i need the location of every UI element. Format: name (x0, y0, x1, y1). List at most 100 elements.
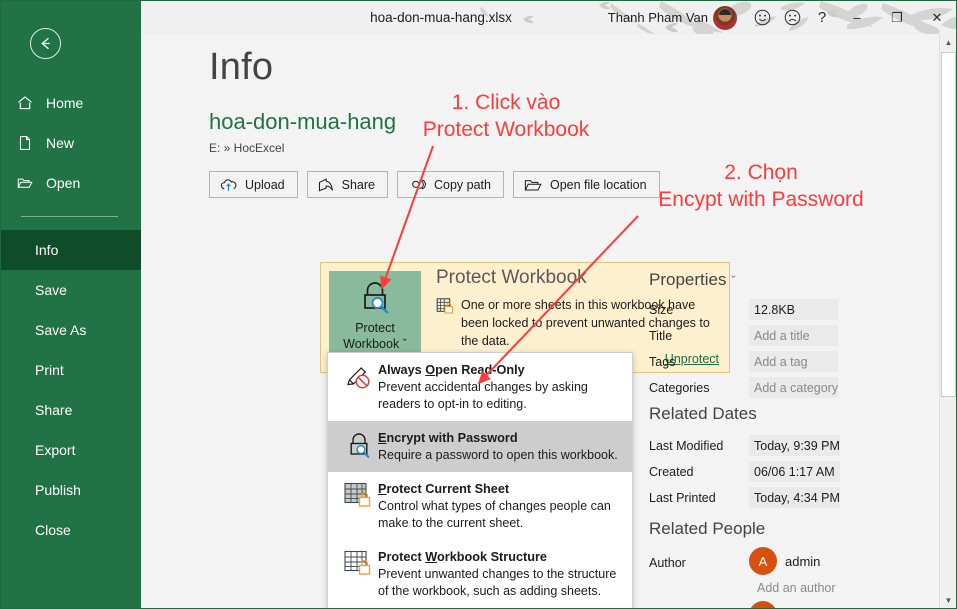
cloud-upload-icon (220, 178, 237, 192)
sidebar-item-label: Save As (35, 322, 87, 338)
properties-heading[interactable]: Properties ˇ (649, 270, 838, 290)
property-label: Tags (649, 354, 676, 369)
date-value: 06/06 1:17 AM (749, 461, 840, 482)
menu-item-encrypt-with-password[interactable]: Encrypt with Password Require a password… (328, 421, 632, 472)
sidebar-item-publish[interactable]: Publish (1, 470, 141, 510)
title-accelerator: O (425, 363, 436, 377)
button-label: Upload (245, 177, 285, 192)
menu-item-always-open-read-only[interactable]: Always Open Read-Only Prevent accidental… (328, 353, 632, 421)
copy-path-button[interactable]: Copy path (396, 171, 504, 198)
property-label: Size (649, 302, 674, 317)
property-value[interactable]: Add a title (749, 325, 839, 346)
related-dates-section: Related Dates Last Modified Today, 9:39 … (649, 404, 840, 512)
author-name: admin (785, 553, 821, 569)
menu-item-title: Protect Current Sheet (378, 482, 509, 496)
menu-item-protect-workbook-structure[interactable]: Protect Workbook Structure Prevent unwan… (328, 540, 632, 608)
related-people-heading: Related People (649, 519, 766, 538)
date-row-created: Created 06/06 1:17 AM (649, 460, 840, 483)
new-document-icon (17, 135, 33, 151)
scroll-down-button[interactable]: ▼ (940, 592, 956, 608)
sidebar-item-save-as[interactable]: Save As (1, 310, 141, 350)
menu-item-title: Protect Workbook Structure (378, 550, 547, 564)
sidebar-item-open[interactable]: Open (1, 163, 141, 203)
scroll-up-button[interactable]: ▲ (940, 34, 956, 51)
sidebar-item-label: Close (35, 522, 71, 538)
related-dates-heading: Related Dates (649, 404, 757, 423)
back-button[interactable] (30, 28, 61, 59)
smiley-face-icon[interactable] (747, 1, 777, 34)
property-label: Categories (649, 380, 710, 395)
avatar: A (749, 547, 777, 575)
folder-open-icon (524, 178, 542, 192)
minimize-button[interactable]: – (837, 1, 877, 34)
author-chip[interactable]: A admin (749, 547, 820, 575)
sidebar-item-save[interactable]: Save (1, 270, 141, 310)
titlebar-controls: Thanh Pham Van ? – ❐ ✕ (608, 1, 956, 34)
link-icon (408, 178, 426, 191)
date-label: Created (649, 464, 694, 479)
properties-pane: Properties ˇ Size 12.8KB Title Add a tit… (649, 34, 944, 608)
menu-item-protect-current-sheet[interactable]: Protect Current Sheet Control what types… (328, 472, 632, 540)
title-accelerator: W (425, 550, 437, 564)
people-label: Last Modified By (649, 601, 749, 608)
properties-heading-label: Properties (649, 270, 727, 289)
page-title: Info (209, 46, 274, 88)
upload-button[interactable]: Upload (209, 171, 298, 198)
sidebar-item-print[interactable]: Print (1, 350, 141, 390)
menu-item-description: Control what types of changes people can… (378, 499, 611, 530)
property-value[interactable]: 12.8KB (749, 299, 839, 320)
menu-item-title: Always Open Read-Only (378, 363, 525, 377)
tile-label-line2: Workbook ˇ (343, 337, 407, 351)
sidebar-item-label: Save (35, 282, 67, 298)
date-row-last-printed: Last Printed Today, 4:34 PM (649, 486, 840, 509)
protect-workbook-dropdown-menu: Always Open Read-Only Prevent accidental… (327, 352, 633, 608)
help-icon[interactable]: ? (807, 1, 837, 34)
date-value: Today, 9:39 PM (749, 435, 840, 456)
share-button[interactable]: Share (306, 171, 388, 198)
lock-key-icon (364, 282, 389, 314)
chevron-down-icon: ˇ (731, 273, 736, 288)
sidebar-item-home[interactable]: Home (1, 83, 141, 123)
annotation-note-2: 2. Chọn Encypt with Password (658, 161, 864, 211)
avatar[interactable] (713, 5, 737, 30)
vertical-scrollbar[interactable]: ▲ ▼ (939, 34, 956, 608)
protect-workbook-button[interactable]: Protect Workbook ˇ (329, 271, 421, 364)
workbook-lock-icon (340, 548, 378, 600)
sidebar-item-label: Share (35, 402, 73, 418)
tile-label-line1: Protect (355, 321, 395, 335)
last-modified-by-chip[interactable]: A admin (749, 601, 820, 608)
home-icon (17, 95, 33, 111)
property-row-title: Title Add a title (649, 324, 839, 347)
property-row-size: Size 12.8KB (649, 298, 839, 321)
sidebar-item-label: Publish (35, 482, 81, 498)
account-name[interactable]: Thanh Pham Van (608, 10, 708, 25)
people-row-last-modified-by: Last Modified By A admin (649, 601, 836, 608)
sidebar-item-new[interactable]: New (1, 123, 141, 163)
title-bar: hoa-don-mua-hang.xlsx Thanh Pham Van ? –… (141, 1, 956, 34)
title-pre: Protect (378, 550, 426, 564)
property-label: Title (649, 328, 673, 343)
property-value[interactable]: Add a tag (749, 351, 839, 372)
date-label: Last Modified (649, 438, 724, 453)
people-label: Author (649, 556, 686, 570)
pencil-no-entry-icon (340, 361, 378, 413)
backstage-sidebar: Home New Open Info Save Save As Print Sh… (1, 1, 141, 608)
close-button[interactable]: ✕ (917, 1, 956, 34)
sidebar-item-export[interactable]: Export (1, 430, 141, 470)
sidebar-item-label: Export (35, 442, 76, 458)
back-arrow-icon (41, 37, 50, 50)
add-an-author-field[interactable]: Add an author (757, 581, 836, 595)
property-value[interactable]: Add a category (749, 377, 839, 398)
avatar: A (749, 601, 777, 608)
sidebar-item-close[interactable]: Close (1, 510, 141, 550)
frowning-face-icon[interactable] (777, 1, 807, 34)
scrollbar-thumb[interactable] (941, 52, 956, 397)
restore-button[interactable]: ❐ (877, 1, 917, 34)
sidebar-item-share[interactable]: Share (1, 390, 141, 430)
share-icon (318, 177, 334, 192)
sidebar-item-label: Info (35, 242, 59, 258)
property-row-tags: Tags Add a tag (649, 350, 839, 373)
sidebar-item-info[interactable]: Info (1, 230, 141, 270)
date-label: Last Printed (649, 490, 716, 505)
open-folder-icon (17, 175, 33, 191)
